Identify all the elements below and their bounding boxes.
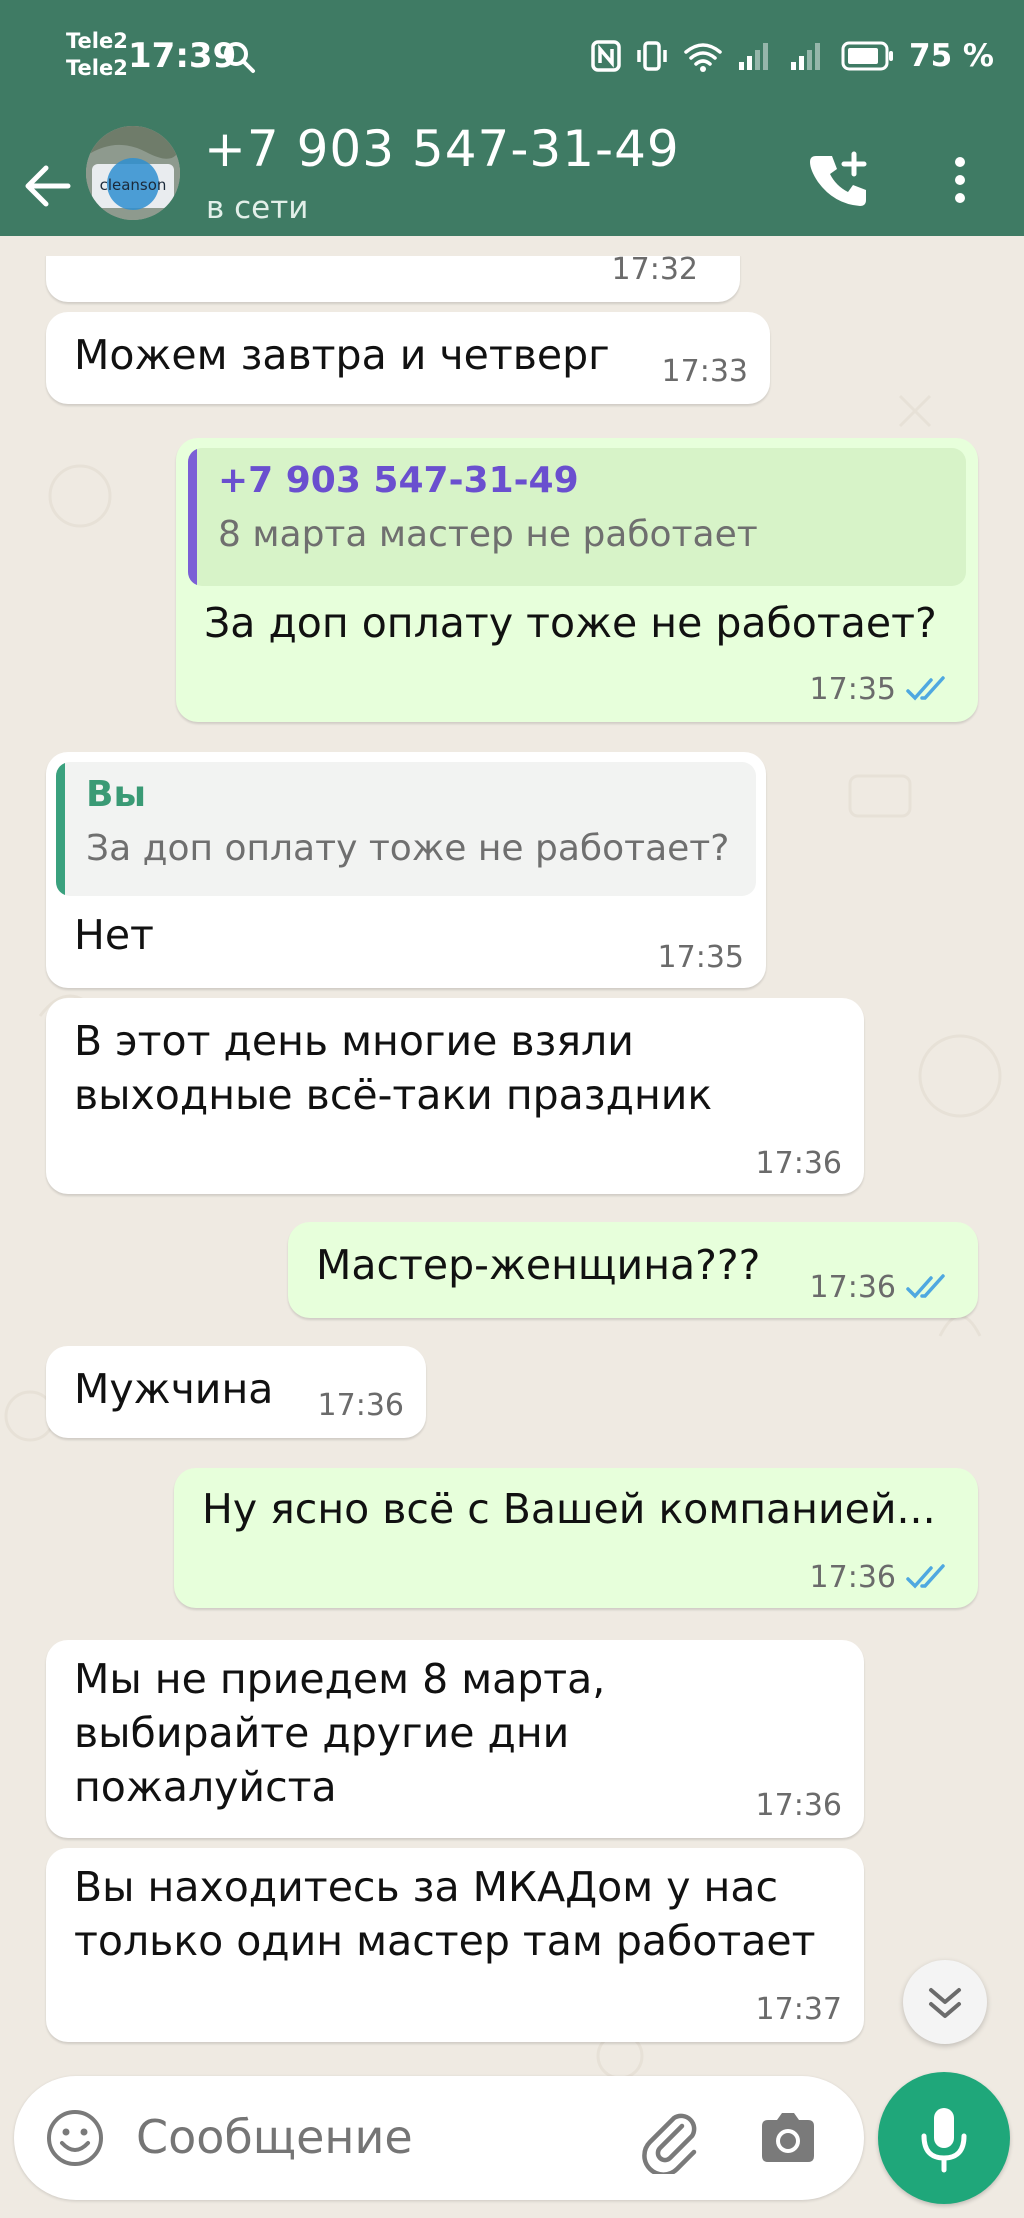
quote-author: +7 903 547-31-49 <box>218 460 579 501</box>
message-time: 17:32 <box>611 252 698 287</box>
message-bubble[interactable]: В этот день многие взяли выходные всё-та… <box>46 998 864 1194</box>
message-bubble[interactable]: Ну ясно всё с Вашей компанией... 17:36 <box>174 1468 978 1608</box>
add-call-icon[interactable] <box>808 148 872 212</box>
reply-quote[interactable]: Вы За доп оплату тоже не работает? <box>56 762 756 896</box>
message-text-line: выходные всё-таки праздник <box>74 1071 713 1119</box>
message-text-line: Вы находитесь за МКАДом у нас <box>74 1863 778 1911</box>
battery-icon <box>841 41 893 71</box>
message-bubble[interactable]: +7 903 547-31-49 8 марта мастер не работ… <box>176 438 978 722</box>
avatar-logo-text: cleanson <box>100 176 167 194</box>
status-bar: Tele2 Tele2 17:39 75 % <box>0 0 1024 118</box>
quote-bar <box>56 762 65 896</box>
message-text: Ну ясно всё с Вашей компанией... <box>202 1485 936 1533</box>
message-input[interactable] <box>136 2110 636 2164</box>
message-time: 17:35 <box>657 940 744 975</box>
message-text: Нет <box>74 911 154 959</box>
message-time: 17:36 <box>809 1560 896 1595</box>
carrier-labels: Tele2 Tele2 <box>66 28 128 82</box>
message-bubble[interactable]: Мужчина 17:36 <box>46 1346 426 1438</box>
double-check-icon <box>906 1274 945 1299</box>
search-icon <box>224 42 255 73</box>
vibrate-icon <box>637 41 667 71</box>
quote-bar <box>188 448 197 586</box>
message-bubble[interactable]: Вы находитесь за МКАДом у нас только оди… <box>46 1848 864 2042</box>
message-time: 17:33 <box>661 354 748 389</box>
signal-icon <box>739 43 768 70</box>
message-time: 17:36 <box>755 1788 842 1823</box>
signal-icon <box>791 43 820 70</box>
mic-icon <box>921 2108 967 2173</box>
message-text-line: выбирайте другие дни <box>74 1709 570 1757</box>
nfc-icon <box>591 40 621 72</box>
message-time: 17:35 <box>809 672 896 707</box>
carrier-1: Tele2 <box>66 29 128 53</box>
message-time: 17:36 <box>755 1146 842 1181</box>
quote-text: 8 марта мастер не работает <box>218 514 758 555</box>
carrier-2: Tele2 <box>66 56 128 80</box>
scroll-clip <box>0 236 1024 256</box>
message-composer[interactable] <box>14 2076 864 2200</box>
message-text: Мастер-женщина??? <box>316 1241 761 1289</box>
message-text: Мужчина <box>74 1365 274 1413</box>
battery-percent: 75 % <box>909 38 994 74</box>
more-vert-icon[interactable] <box>940 148 980 212</box>
message-time: 17:36 <box>317 1388 404 1423</box>
message-text: За доп оплату тоже не работает? <box>204 599 937 647</box>
message-text-line: пожалуйста <box>74 1763 337 1811</box>
avatar[interactable]: cleanson <box>86 126 180 220</box>
message-text-line: Мы не приедем 8 марта, <box>74 1655 606 1703</box>
quote-author: Вы <box>86 774 146 815</box>
message-bubble[interactable]: Вы За доп оплату тоже не работает? Нет 1… <box>46 752 766 988</box>
quote-text: За доп оплату тоже не работает? <box>86 828 730 869</box>
message-time: 17:36 <box>809 1270 896 1305</box>
double-check-icon <box>906 676 945 701</box>
message-bubble[interactable]: Мастер-женщина??? 17:36 <box>288 1222 978 1318</box>
camera-icon[interactable] <box>756 2108 820 2168</box>
message-bubble[interactable]: Мы не приедем 8 марта, выбирайте другие … <box>46 1640 864 1838</box>
reply-quote[interactable]: +7 903 547-31-49 8 марта мастер не работ… <box>188 448 966 586</box>
message-text: Можем завтра и четверг <box>74 331 610 379</box>
back-arrow-icon[interactable] <box>20 158 76 214</box>
mic-button[interactable] <box>878 2072 1010 2204</box>
message-time: 17:37 <box>755 1992 842 2027</box>
emoji-icon[interactable] <box>44 2107 106 2169</box>
message-bubble[interactable]: Можем завтра и четверг 17:33 <box>46 312 770 404</box>
double-check-icon <box>906 1564 945 1589</box>
presence-status: в сети <box>206 190 309 226</box>
message-text-line: В этот день многие взяли <box>74 1017 634 1065</box>
chevron-double-down-icon <box>929 1988 961 2018</box>
message-text-line: только один мастер там работает <box>74 1917 816 1965</box>
contact-name[interactable]: +7 903 547-31-49 <box>204 120 680 178</box>
status-time: 17:39 <box>128 36 237 76</box>
wifi-icon <box>684 43 722 72</box>
paperclip-icon[interactable] <box>634 2104 704 2174</box>
scroll-to-bottom-button[interactable] <box>903 1960 987 2044</box>
